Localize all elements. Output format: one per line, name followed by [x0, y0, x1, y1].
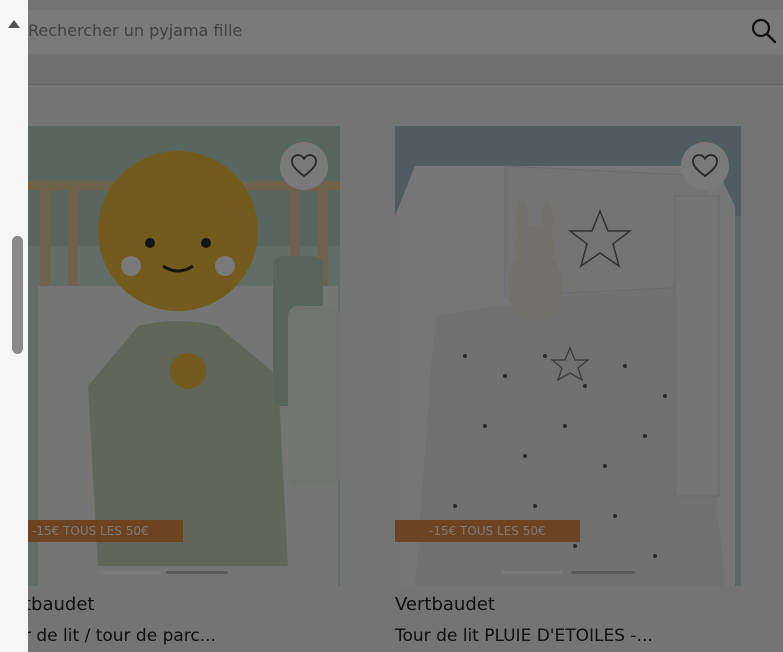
search-placeholder[interactable]: Rechercher un pyjama fille: [28, 21, 242, 40]
product-card[interactable]: -15€ TOUS LES 50€: [28, 126, 340, 586]
product-card[interactable]: -15€ TOUS LES 50€: [395, 126, 741, 586]
search-bar[interactable]: Rechercher un pyjama fille: [0, 10, 783, 54]
product-title[interactable]: r de lit / tour de parc...: [24, 626, 216, 646]
carousel-indicator: [501, 571, 635, 574]
scrollbar[interactable]: [0, 0, 28, 652]
promo-badge: -15€ TOUS LES 50€: [395, 520, 580, 542]
carousel-dot-active: [100, 571, 162, 574]
product-image[interactable]: [395, 126, 741, 586]
scroll-thumb[interactable]: [12, 236, 23, 354]
carousel-dot-active: [501, 571, 563, 574]
carousel-dot: [166, 571, 228, 574]
product-list-page: Rechercher un pyjama fille -15€ TOUS LES…: [0, 0, 783, 652]
favorite-button[interactable]: [280, 142, 328, 190]
filter-strip: [0, 56, 783, 85]
carousel-dot: [571, 571, 635, 574]
product-image[interactable]: [28, 126, 340, 586]
carousel-indicator: [100, 571, 230, 574]
product-brand[interactable]: tbaudet: [24, 594, 94, 615]
heart-icon: [291, 154, 317, 178]
product-title[interactable]: Tour de lit PLUIE D'ETOILES -...: [395, 626, 653, 646]
favorite-button[interactable]: [681, 142, 729, 190]
product-brand[interactable]: Vertbaudet: [395, 594, 495, 615]
search-icon[interactable]: [751, 18, 777, 44]
heart-icon: [692, 154, 718, 178]
promo-badge: -15€ TOUS LES 50€: [28, 520, 183, 542]
caret-up-icon[interactable]: [8, 20, 20, 28]
